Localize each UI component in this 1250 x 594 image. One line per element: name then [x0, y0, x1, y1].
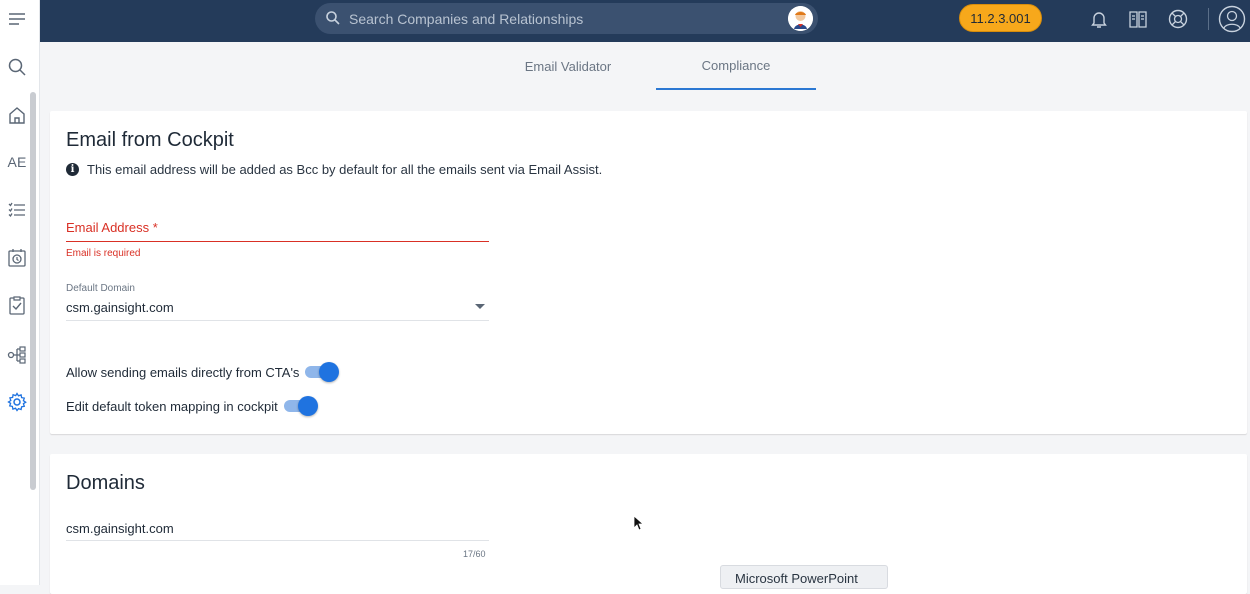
settings-tabs: Email Validator Compliance: [40, 42, 1250, 92]
toggle-label: Edit default token mapping in cockpit: [66, 398, 278, 414]
home-icon[interactable]: [6, 104, 28, 126]
toggle-row-token-mapping: Edit default token mapping in cockpit: [66, 396, 318, 416]
tasks-icon[interactable]: [6, 294, 28, 316]
info-text: This email address will be added as Bcc …: [87, 162, 603, 177]
send-from-cta-toggle[interactable]: [303, 362, 340, 382]
email-from-cockpit-card: Email from Cockpit i This email address …: [50, 111, 1247, 434]
book-icon[interactable]: [1126, 7, 1150, 31]
default-domain-label: Default Domain: [66, 283, 135, 294]
gear-icon[interactable]: [6, 391, 28, 413]
select-underline: [66, 320, 489, 321]
email-error-message: Email is required: [66, 248, 141, 259]
left-sidebar: AE: [0, 0, 40, 585]
tab-email-validator[interactable]: Email Validator: [488, 42, 648, 90]
mouse-cursor-icon: [633, 515, 645, 531]
bell-icon[interactable]: [1087, 7, 1111, 31]
timeline-icon[interactable]: [6, 247, 28, 269]
toggle-row-send-from-cta: Allow sending emails directly from CTA's: [66, 362, 340, 382]
character-counter: 17/60: [463, 549, 486, 559]
info-message: i This email address will be added as Bc…: [66, 162, 602, 177]
taskbar-tooltip: Microsoft PowerPoint: [720, 565, 888, 589]
avatar[interactable]: [788, 6, 813, 31]
card-title: Domains: [66, 472, 145, 494]
global-search[interactable]: [315, 3, 818, 34]
tab-compliance[interactable]: Compliance: [656, 42, 816, 90]
email-address-label[interactable]: Email Address *: [66, 220, 158, 235]
search-input[interactable]: [349, 3, 769, 34]
search-icon[interactable]: [6, 56, 28, 78]
token-mapping-toggle[interactable]: [282, 396, 318, 416]
tab-label: Email Validator: [524, 58, 612, 74]
hierarchy-icon[interactable]: [6, 344, 28, 366]
chevron-down-icon[interactable]: [475, 304, 485, 309]
checklist-icon[interactable]: [6, 199, 28, 221]
version-badge[interactable]: 11.2.3.001: [959, 4, 1042, 32]
domains-input[interactable]: csm.gainsight.com: [66, 521, 174, 536]
menu-icon[interactable]: [6, 8, 28, 30]
domains-card: Domains csm.gainsight.com 17/60: [50, 454, 1247, 594]
topbar-divider: [1208, 8, 1209, 30]
support-icon[interactable]: [1166, 7, 1190, 31]
domains-input-underline: [66, 540, 489, 541]
info-icon: i: [66, 163, 79, 176]
top-bar: 11.2.3.001: [40, 0, 1250, 42]
sidebar-scrollbar[interactable]: [30, 92, 36, 490]
card-title: Email from Cockpit: [66, 129, 234, 151]
search-icon: [326, 11, 340, 25]
sidebar-item-label: AE: [7, 154, 27, 170]
tab-label: Compliance: [701, 57, 771, 73]
default-domain-select[interactable]: csm.gainsight.com: [66, 300, 174, 315]
email-address-field[interactable]: [66, 241, 489, 242]
sidebar-item-ae[interactable]: AE: [6, 151, 28, 173]
toggle-label: Allow sending emails directly from CTA's: [66, 364, 300, 380]
user-icon[interactable]: [1218, 5, 1246, 33]
